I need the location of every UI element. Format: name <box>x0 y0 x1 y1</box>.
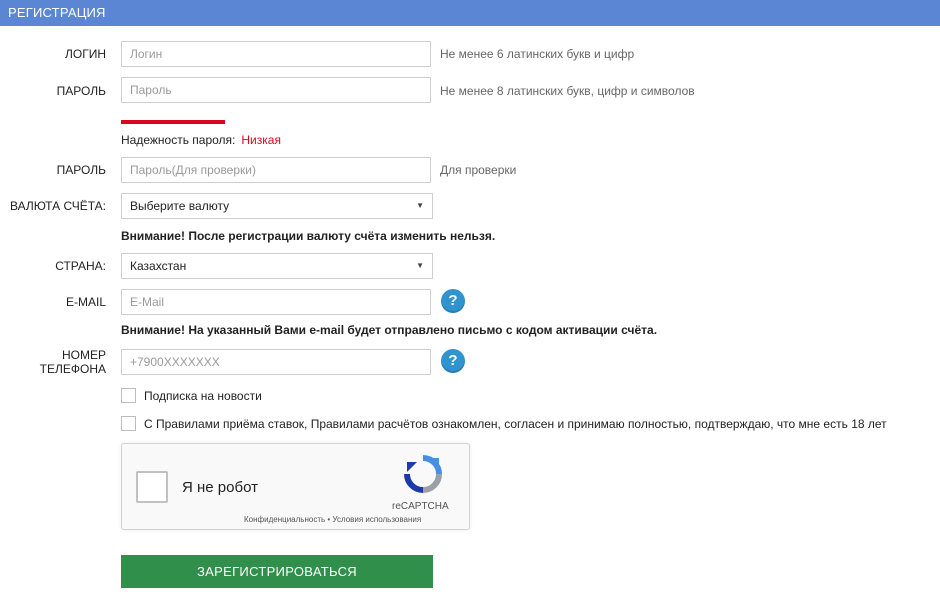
recaptcha-checkbox[interactable] <box>136 471 168 503</box>
recaptcha-text: Я не робот <box>182 479 258 496</box>
currency-warning: Внимание! После регистрации валюту счёта… <box>121 229 496 243</box>
password-confirm-hint: Для проверки <box>440 163 517 177</box>
rules-checkbox[interactable] <box>121 416 136 431</box>
country-select[interactable]: Казахстан ▼ <box>121 253 433 279</box>
email-warning: Внимание! На указанный Вами e-mail будет… <box>121 323 658 337</box>
password-input[interactable] <box>121 77 431 103</box>
phone-label: НОМЕР ТЕЛЕФОНА <box>40 348 106 376</box>
password-strength-label: Надежность пароля: <box>121 133 236 147</box>
phone-label-line2: ТЕЛЕФОНА <box>39 362 106 376</box>
password-label: ПАРОЛЬ <box>56 84 106 98</box>
currency-label: ВАЛЮТА СЧЁТА: <box>9 199 106 213</box>
page-title: РЕГИСТРАЦИЯ <box>8 5 106 20</box>
currency-selected: Выберите валюту <box>130 199 230 213</box>
password-strength-bar <box>121 120 225 124</box>
page-header: РЕГИСТРАЦИЯ <box>0 0 940 26</box>
currency-select[interactable]: Выберите валюту ▼ <box>121 193 433 219</box>
email-input[interactable] <box>121 289 431 315</box>
password-strength-value: Низкая <box>241 133 281 147</box>
chevron-down-icon: ▼ <box>416 201 424 210</box>
rules-label: С Правилами приёма ставок, Правилами рас… <box>144 417 887 431</box>
phone-label-line1: НОМЕР <box>61 348 106 362</box>
password-confirm-input[interactable] <box>121 157 431 183</box>
country-selected: Казахстан <box>130 259 187 273</box>
login-label: ЛОГИН <box>65 47 106 61</box>
country-label: СТРАНА: <box>55 259 106 273</box>
recaptcha-widget: Я не робот reCAPTCHA Конфиденциальность … <box>121 443 470 530</box>
recaptcha-links[interactable]: Конфиденциальность • Условия использован… <box>244 515 421 524</box>
recaptcha-logo-icon <box>404 455 442 493</box>
password-strength: Надежность пароля: Низкая <box>121 133 281 147</box>
password-confirm-label: ПАРОЛЬ <box>56 163 106 177</box>
login-hint: Не менее 6 латинских букв и цифр <box>440 47 635 61</box>
phone-help-icon[interactable]: ? <box>441 349 465 373</box>
login-input[interactable] <box>121 41 431 67</box>
newsletter-checkbox[interactable] <box>121 388 136 403</box>
recaptcha-brand: reCAPTCHA <box>392 501 449 512</box>
email-label: E-MAIL <box>65 295 106 309</box>
register-button[interactable]: ЗАРЕГИСТРИРОВАТЬСЯ <box>121 555 433 588</box>
newsletter-label: Подписка на новости <box>144 389 262 403</box>
email-help-icon[interactable]: ? <box>441 289 465 313</box>
phone-input[interactable] <box>121 349 431 375</box>
chevron-down-icon: ▼ <box>416 261 424 270</box>
password-hint: Не менее 8 латинских букв, цифр и символ… <box>440 84 695 98</box>
